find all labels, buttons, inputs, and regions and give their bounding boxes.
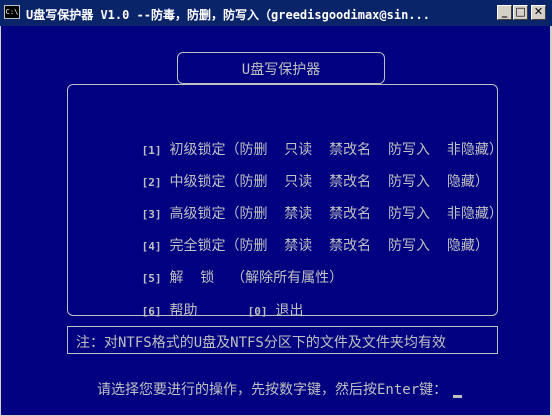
prompt-text: 请选择您要进行的操作，先按数字键，然后按Enter键： [97, 382, 448, 398]
header-box: U盘写保护器 [177, 52, 385, 84]
console-app-icon[interactable]: C:\ [4, 5, 20, 19]
close-button[interactable]: ✕ [531, 5, 546, 20]
menu-key: [0] [247, 305, 268, 318]
window-title: U盘写保护器 V1.0 --防毒，防删，防写入（greedisgoodimax@… [26, 8, 430, 22]
note-box: 注：对NTFS格式的U盘及NTFS分区下的文件及文件夹均有效 [67, 326, 498, 354]
text-cursor [453, 395, 463, 398]
menu-item-label: 退出 [275, 303, 304, 319]
input-prompt[interactable]: 请选择您要进行的操作，先按数字键，然后按Enter键： [97, 379, 463, 399]
note-text: 注：对NTFS格式的U盘及NTFS分区下的文件及文件夹均有效 [76, 335, 446, 351]
menu-item-label: 帮助 [169, 303, 198, 319]
title-bar[interactable]: C:\ U盘写保护器 V1.0 --防毒，防删，防写入（greedisgoodi… [0, 0, 552, 26]
console-window: C:\ U盘写保护器 V1.0 --防毒，防删，防写入（greedisgoodi… [0, 0, 552, 416]
console-area[interactable]: U盘写保护器 [1] 初级锁定（防删 只读 禁改名 防写入 非隐藏） [2] 中级锁… [1, 26, 550, 415]
minimize-button[interactable]: _ [497, 5, 512, 20]
header-title: U盘写保护器 [241, 62, 321, 78]
menu-key: [6] [141, 305, 162, 318]
maximize-button[interactable]: □ [513, 5, 528, 20]
